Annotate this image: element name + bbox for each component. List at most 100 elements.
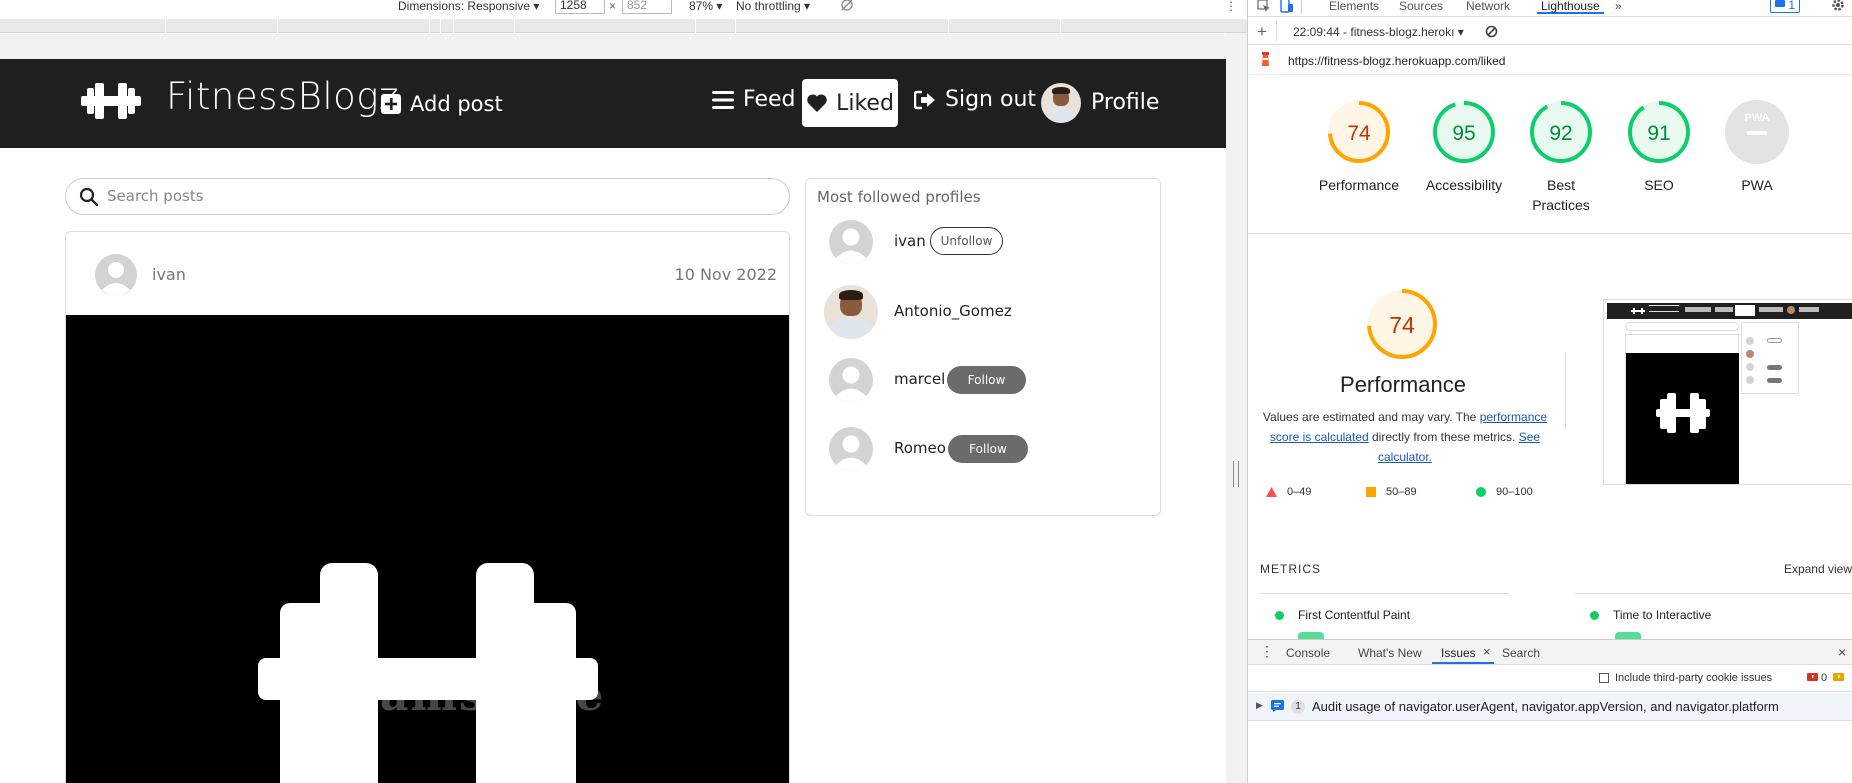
metric-tti: Time to Interactive <box>1590 608 1711 622</box>
performance-description: Values are estimated and may vary. The p… <box>1262 410 1548 464</box>
viewport-resizer[interactable] <box>1226 33 1247 783</box>
profile-photo[interactable] <box>824 285 878 339</box>
close-tab-icon[interactable]: × <box>1483 644 1491 659</box>
throttling-dropdown[interactable]: No throttling ▾ <box>736 0 810 13</box>
clear-icon[interactable] <box>1485 25 1498 38</box>
svg-text:95: 95 <box>1452 122 1475 145</box>
gauge-label: Accessibility <box>1425 177 1503 193</box>
devtools-tabbar: Elements Sources Network Lighthouse » 1 <box>1248 0 1852 17</box>
profile-row: Romeo Follow <box>806 421 1162 477</box>
more-options-icon[interactable]: ⋮ <box>1225 0 1237 13</box>
tab-lighthouse[interactable]: Lighthouse <box>1537 0 1604 14</box>
drawer-tab-search[interactable]: Search <box>1502 646 1540 660</box>
performance-gauge-large: 74 <box>1367 289 1437 359</box>
profile-name[interactable]: ivan <box>894 232 926 250</box>
tab-network[interactable]: Network <box>1466 0 1510 12</box>
issue-row[interactable]: ▶ 1 Audit usage of navigator.userAgent, … <box>1248 693 1852 721</box>
report-select-label: 22:09:44 - fitness-blogz.herokı <box>1293 25 1455 39</box>
brand-title[interactable]: FitnessBlogz <box>166 75 399 118</box>
profile-row: Antonio_Gomez <box>806 284 1162 340</box>
drawer-menu-icon[interactable]: ⋮ <box>1260 643 1274 660</box>
add-post-label: Add post <box>410 92 503 116</box>
pass-dot-icon <box>1590 610 1599 620</box>
screen: Dimensions: Responsive ▾ 1258 × 852 87% … <box>0 0 1852 783</box>
width-input[interactable]: 1258 <box>555 0 605 14</box>
score-accessibility[interactable]: 95 Accessibility <box>1409 97 1519 195</box>
metrics-heading: METRICS <box>1260 562 1321 576</box>
default-avatar-icon[interactable] <box>829 427 873 471</box>
profile-name[interactable]: Antonio_Gomez <box>894 302 1012 320</box>
search-bar[interactable]: Search posts <box>65 178 790 215</box>
inspect-icon[interactable] <box>1257 0 1271 15</box>
sign-out-icon <box>914 90 935 110</box>
new-report-icon[interactable]: + <box>1257 22 1267 42</box>
profile-link[interactable]: Profile <box>1041 83 1159 123</box>
error-icon <box>1807 673 1818 681</box>
lighthouse-run-bar: + 22:09:44 - fitness-blogz.herokı ▾ <box>1248 18 1852 45</box>
performance-title: Performance <box>1340 372 1466 397</box>
dimensions-dropdown[interactable]: Dimensions: Responsive ▾ <box>398 0 539 13</box>
report-url[interactable]: https://fitness-blogz.herokuapp.com/like… <box>1288 54 1505 68</box>
search-icon <box>79 187 99 207</box>
rotate-icon[interactable] <box>840 0 854 15</box>
media-query-ruler <box>0 19 1247 33</box>
lighthouse-icon <box>1262 52 1269 66</box>
legend-pass: 90–100 <box>1476 486 1533 498</box>
gauge-performance: 74 <box>1328 101 1390 163</box>
expand-view-toggle[interactable]: Expand view <box>1784 562 1852 576</box>
gauge-label: Best Practices <box>1532 177 1590 213</box>
devtools-panel: Elements Sources Network Lighthouse » 1 … <box>1247 0 1852 783</box>
score-pwa[interactable]: PWA PWA <box>1717 97 1797 195</box>
divider <box>1248 233 1852 234</box>
page-screenshot-thumbnail[interactable] <box>1603 299 1852 485</box>
score-seo[interactable]: 91 SEO <box>1619 97 1699 195</box>
drawer-tabbar: ⋮ Console What's New Issues × Search × <box>1248 640 1852 665</box>
drawer-tab-issues[interactable]: Issues <box>1441 646 1476 660</box>
thumb-image <box>1626 353 1739 484</box>
sign-out-label: Sign out <box>945 87 1037 112</box>
viewport-gutter <box>0 34 1247 59</box>
score-performance[interactable]: 74 Performance <box>1314 97 1404 195</box>
error-count: 0 <box>1821 672 1828 684</box>
default-avatar-icon[interactable] <box>95 254 137 296</box>
add-post-link[interactable]: Add post <box>381 89 503 119</box>
profile-avatar <box>1041 83 1081 123</box>
svg-text:92: 92 <box>1549 122 1572 145</box>
follow-button[interactable]: Follow <box>948 435 1028 463</box>
tab-elements[interactable]: Elements <box>1329 0 1379 12</box>
third-party-checkbox[interactable] <box>1599 673 1609 683</box>
gauge-seo: 91 <box>1628 101 1690 163</box>
panel-title: Most followed profiles <box>817 188 981 206</box>
profile-name[interactable]: marcel <box>894 370 945 388</box>
profile-name[interactable]: Romeo <box>894 439 946 457</box>
liked-label: Liked <box>836 90 894 116</box>
site-viewport: FitnessBlogz Add post Feed Liked Sign ou… <box>0 59 1226 783</box>
svg-text:91: 91 <box>1647 122 1670 145</box>
height-input[interactable]: 852 <box>622 0 672 14</box>
default-avatar-icon[interactable] <box>829 358 873 402</box>
settings-gear-icon[interactable] <box>1831 0 1845 14</box>
issues-counter[interactable]: 1 <box>1770 0 1801 13</box>
follow-button[interactable]: Follow <box>947 366 1026 394</box>
more-tabs-icon[interactable]: » <box>1615 0 1622 12</box>
feed-link[interactable]: Feed <box>712 85 796 115</box>
report-select[interactable]: 22:09:44 - fitness-blogz.herokı ▾ <box>1293 25 1464 39</box>
unfollow-button[interactable]: Unfollow <box>930 227 1003 255</box>
dumbbell-logo-icon[interactable] <box>79 81 143 121</box>
default-avatar-icon[interactable] <box>829 220 873 264</box>
liked-link[interactable]: Liked <box>802 79 898 127</box>
zoom-dropdown[interactable]: 87% ▾ <box>689 0 722 13</box>
close-drawer-icon[interactable]: × <box>1838 644 1846 660</box>
device-toggle-icon[interactable] <box>1279 0 1293 15</box>
score-best-practices[interactable]: 92 Best Practices <box>1521 97 1601 215</box>
checkbox-label: Include third-party cookie issues <box>1615 672 1773 684</box>
expand-arrow-icon[interactable]: ▶ <box>1256 700 1263 711</box>
drawer-tab-whats-new[interactable]: What's New <box>1358 646 1422 660</box>
legend-fail: 0–49 <box>1266 486 1311 498</box>
post-image[interactable]: dreamstime <box>66 315 789 783</box>
resize-grip[interactable] <box>1233 461 1239 487</box>
tab-sources[interactable]: Sources <box>1399 0 1443 12</box>
post-author[interactable]: ivan <box>152 265 186 284</box>
drawer-tab-console[interactable]: Console <box>1286 646 1330 660</box>
sign-out-link[interactable]: Sign out <box>914 85 1036 115</box>
